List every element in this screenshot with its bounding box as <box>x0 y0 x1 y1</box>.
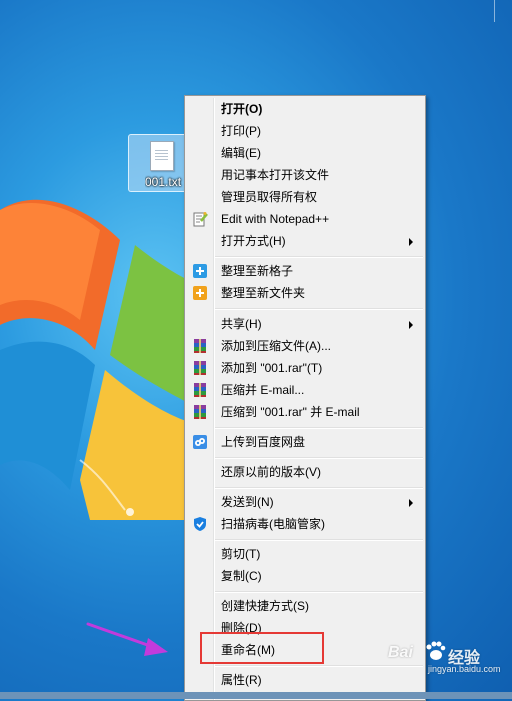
menu-item-open[interactable]: 打开(O) <box>187 98 423 120</box>
desktop-file-icon[interactable]: 001.txt <box>128 134 192 192</box>
menu-item-label: 打开方式(H) <box>221 234 286 248</box>
menu-item-add-to-rar[interactable]: 添加到 "001.rar"(T) <box>187 357 423 379</box>
menu-item-label: 剪切(T) <box>221 547 261 561</box>
menu-item-create-shortcut[interactable]: 创建快捷方式(S) <box>187 595 423 617</box>
text-file-icon <box>150 141 174 171</box>
menu-item-label: 压缩并 E-mail... <box>221 383 305 397</box>
winrar-icon <box>194 405 206 419</box>
menu-separator <box>215 256 423 258</box>
menu-separator <box>215 308 423 310</box>
menu-item-upload-baidu[interactable]: 上传到百度网盘 <box>187 431 423 453</box>
menu-item-send-to[interactable]: 发送到(N) <box>187 491 423 513</box>
menu-item-add-to-archive[interactable]: 添加到压缩文件(A)... <box>187 335 423 357</box>
menu-item-label: 复制(C) <box>221 569 262 583</box>
menu-item-label: 管理员取得所有权 <box>221 190 318 204</box>
pointer-arrow-icon <box>86 622 168 656</box>
winrar-icon <box>194 339 206 353</box>
tencent-pc-manager-icon <box>194 517 206 531</box>
menu-item-edit-with-notepadpp[interactable]: Edit with Notepad++ <box>187 208 423 230</box>
menu-item-label: 整理至新文件夹 <box>221 286 306 300</box>
notepad-plus-plus-icon <box>193 212 208 227</box>
menu-item-take-ownership[interactable]: 管理员取得所有权 <box>187 186 423 208</box>
menu-separator <box>215 487 423 489</box>
watermark-url: jingyan.baidu.com <box>428 664 501 674</box>
menu-separator <box>215 457 423 459</box>
menu-item-print[interactable]: 打印(P) <box>187 120 423 142</box>
menu-item-copy[interactable]: 复制(C) <box>187 565 423 587</box>
fences-folder-icon <box>193 286 207 300</box>
windows-logo-wallpaper <box>0 199 200 520</box>
menu-item-label: 创建快捷方式(S) <box>221 599 309 613</box>
baidu-paw-icon <box>426 641 446 660</box>
baidu-netdisk-icon <box>193 435 207 449</box>
winrar-icon <box>194 383 206 397</box>
desktop-edge <box>494 0 512 22</box>
menu-item-open-with-notepad[interactable]: 用记事本打开该文件 <box>187 164 423 186</box>
menu-item-label: 共享(H) <box>221 317 262 331</box>
menu-item-label: 属性(R) <box>221 673 262 687</box>
menu-item-scan-virus[interactable]: 扫描病毒(电脑管家) <box>187 513 423 535</box>
submenu-arrow-icon <box>409 238 413 246</box>
submenu-arrow-icon <box>409 321 413 329</box>
menu-item-compress-email[interactable]: 压缩并 E-mail... <box>187 379 423 401</box>
menu-item-label: 打开(O) <box>221 102 263 116</box>
context-menu: 打开(O) 打印(P) 编辑(E) 用记事本打开该文件 管理员取得所有权 Edi… <box>184 95 426 701</box>
menu-item-label: 用记事本打开该文件 <box>221 168 330 182</box>
menu-item-label: 打印(P) <box>221 124 261 138</box>
menu-item-label: 发送到(N) <box>221 495 274 509</box>
taskbar <box>0 692 512 699</box>
menu-item-label: 扫描病毒(电脑管家) <box>221 517 325 531</box>
menu-item-label: Edit with Notepad++ <box>221 212 330 226</box>
submenu-arrow-icon <box>409 499 413 507</box>
menu-item-fences-grid[interactable]: 整理至新格子 <box>187 260 423 282</box>
menu-item-label: 添加到 "001.rar"(T) <box>221 361 323 375</box>
baidu-jingyan-watermark: Bai 经验 jingyan.baidu.com <box>388 636 508 674</box>
menu-item-label: 编辑(E) <box>221 146 261 160</box>
menu-item-cut[interactable]: 剪切(T) <box>187 543 423 565</box>
menu-item-restore-versions[interactable]: 还原以前的版本(V) <box>187 461 423 483</box>
menu-separator <box>215 539 423 541</box>
watermark-brand: Bai <box>388 644 413 661</box>
fences-blue-icon <box>193 264 207 278</box>
menu-item-label: 添加到压缩文件(A)... <box>221 339 331 353</box>
menu-item-open-with[interactable]: 打开方式(H) <box>187 230 423 252</box>
menu-item-compress-rar-email[interactable]: 压缩到 "001.rar" 并 E-mail <box>187 401 423 423</box>
menu-item-share[interactable]: 共享(H) <box>187 313 423 335</box>
menu-separator <box>215 427 423 429</box>
menu-item-label: 压缩到 "001.rar" 并 E-mail <box>221 405 360 419</box>
winrar-icon <box>194 361 206 375</box>
rename-highlight-box <box>200 632 324 664</box>
menu-item-properties[interactable]: 属性(R) <box>187 669 423 691</box>
menu-item-edit[interactable]: 编辑(E) <box>187 142 423 164</box>
menu-separator <box>215 591 423 593</box>
menu-item-fences-folder[interactable]: 整理至新文件夹 <box>187 282 423 304</box>
menu-item-label: 上传到百度网盘 <box>221 435 306 449</box>
menu-item-label: 还原以前的版本(V) <box>221 465 321 479</box>
menu-item-label: 整理至新格子 <box>221 264 294 278</box>
